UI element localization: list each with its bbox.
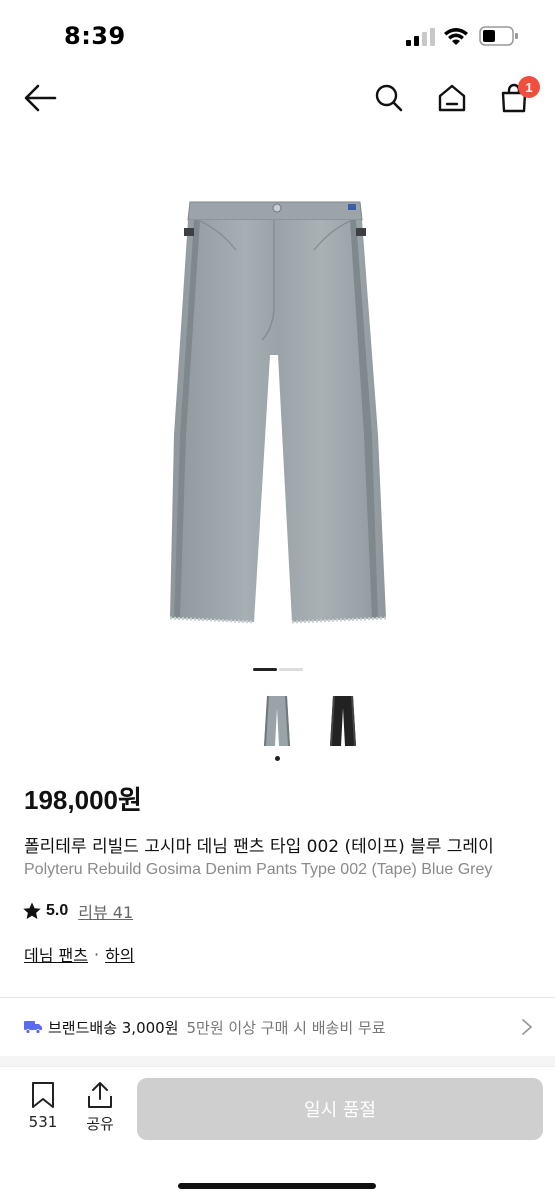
cart-count-badge: 1 (518, 76, 540, 98)
share-button[interactable]: 공유 (80, 1079, 120, 1139)
review-count-link[interactable]: 리뷰 41 (78, 899, 133, 923)
shipping-info-row[interactable]: 브랜드배송 3,000원 5만원 이상 구매 시 배송비 무료 (0, 998, 555, 1056)
home-icon (438, 84, 466, 112)
search-button[interactable] (369, 78, 409, 118)
cart-button[interactable]: 1 (494, 76, 540, 118)
pager-active-dot (253, 668, 277, 671)
home-button[interactable] (432, 78, 472, 118)
star-icon (23, 902, 41, 919)
category-separator: · (93, 944, 100, 964)
search-icon (375, 84, 403, 112)
product-price: 198,000원 (24, 785, 142, 815)
back-button[interactable] (20, 78, 60, 118)
category-breadcrumb: 데님 팬츠 · 하의 (24, 942, 135, 966)
product-title-english: Polyteru Rebuild Gosima Denim Pants Type… (24, 861, 493, 878)
pager-inactive-dot[interactable] (279, 668, 303, 671)
rating-row: 5.0 리뷰 41 (22, 900, 133, 922)
cellular-signal-icon (406, 28, 435, 46)
sold-out-button[interactable]: 일시 품절 (137, 1078, 543, 1140)
back-arrow-icon (24, 84, 57, 112)
share-icon (88, 1082, 112, 1108)
status-bar: 8:39 (0, 0, 555, 68)
truck-icon (24, 1021, 42, 1034)
shipping-title: 브랜드배송 3,000원 (48, 1018, 179, 1037)
category-link-denim-pants[interactable]: 데님 팬츠 (24, 942, 88, 966)
product-title-korean: 폴리테루 리빌드 고시마 데님 팬츠 타입 002 (테이프) 블루 그레이 (24, 837, 494, 857)
status-time: 8:39 (64, 22, 126, 50)
chevron-right-icon (522, 1019, 532, 1035)
home-indicator (178, 1183, 376, 1189)
rating-value: 5.0 (46, 902, 69, 919)
image-pager (253, 668, 303, 671)
bookmark-count: 531 (28, 1113, 58, 1131)
selected-thumb-indicator (275, 756, 280, 761)
battery-icon (479, 26, 518, 46)
product-image[interactable] (150, 190, 405, 640)
color-thumb-blue-grey[interactable] (262, 694, 292, 748)
wifi-icon (444, 28, 468, 45)
category-link-bottoms[interactable]: 하의 (105, 942, 134, 966)
section-spacer (0, 1056, 555, 1066)
share-label: 공유 (86, 1115, 114, 1133)
bookmark-button[interactable]: 531 (22, 1079, 64, 1139)
bottom-action-bar: 531 공유 일시 품절 (0, 1066, 555, 1200)
bookmark-icon (32, 1082, 54, 1108)
navigation-bar: 1 (0, 70, 555, 126)
color-thumb-black[interactable] (328, 694, 358, 748)
title-fade-overlay (490, 828, 555, 888)
shipping-description: 5만원 이상 구매 시 배송비 무료 (186, 1018, 386, 1037)
